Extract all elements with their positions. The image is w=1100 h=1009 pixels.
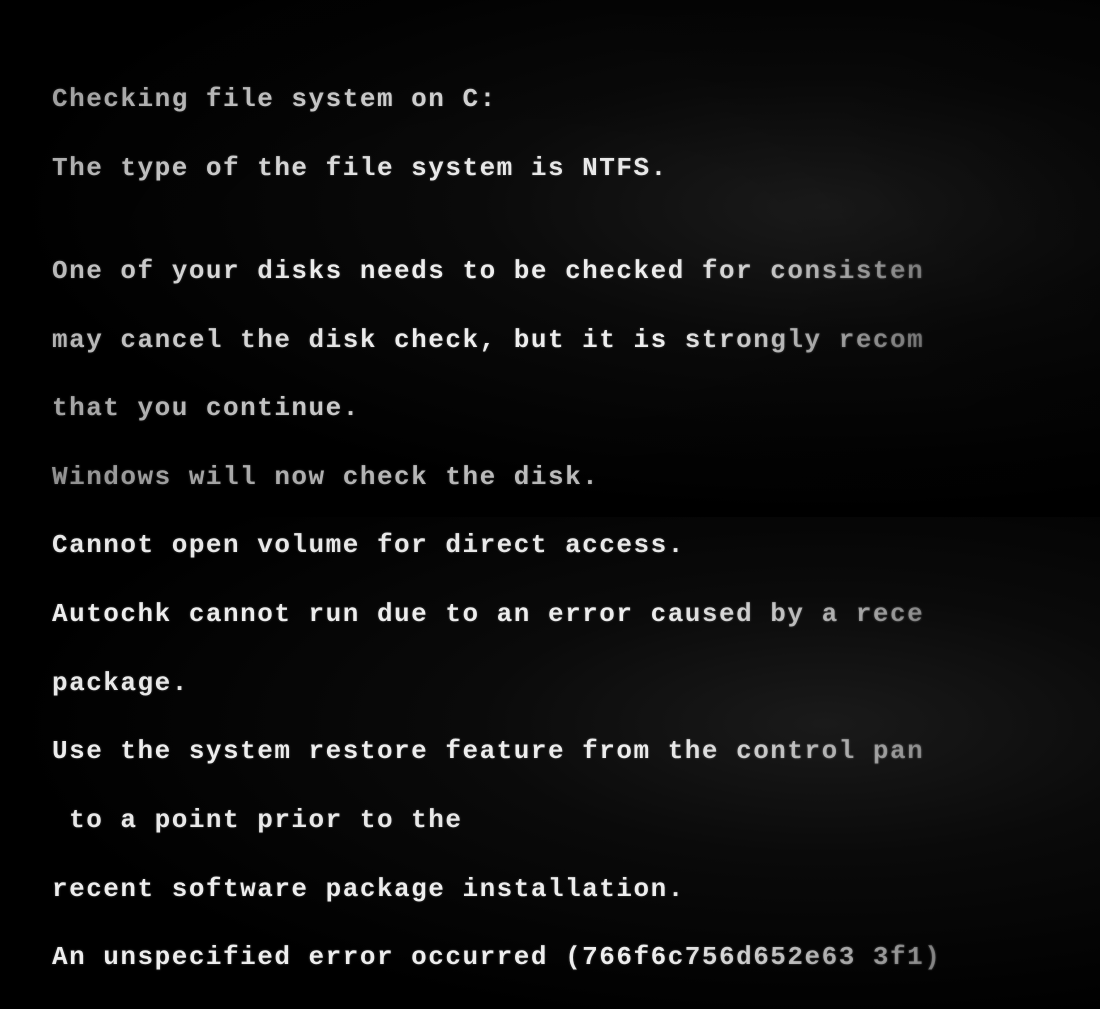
console-line: Autochk cannot run due to an error cause…: [52, 597, 1100, 631]
console-line: recent software package installation.: [52, 872, 1100, 906]
console-line: may cancel the disk check, but it is str…: [52, 323, 1100, 357]
console-line: to a point prior to the: [52, 803, 1100, 837]
console-line: Use the system restore feature from the …: [52, 734, 1100, 768]
console-line: that you continue.: [52, 391, 1100, 425]
console-line: Windows will now check the disk.: [52, 460, 1100, 494]
console-line: The type of the file system is NTFS.: [52, 151, 1100, 185]
console-line: Cannot open volume for direct access.: [52, 528, 1100, 562]
console-line: One of your disks needs to be checked fo…: [52, 254, 1100, 288]
console-line: package.: [52, 666, 1100, 700]
console-line: An unspecified error occurred (766f6c756…: [52, 940, 1100, 974]
console-line: Checking file system on C:: [52, 82, 1100, 116]
boot-console-output: Checking file system on C: The type of t…: [52, 48, 1100, 1009]
